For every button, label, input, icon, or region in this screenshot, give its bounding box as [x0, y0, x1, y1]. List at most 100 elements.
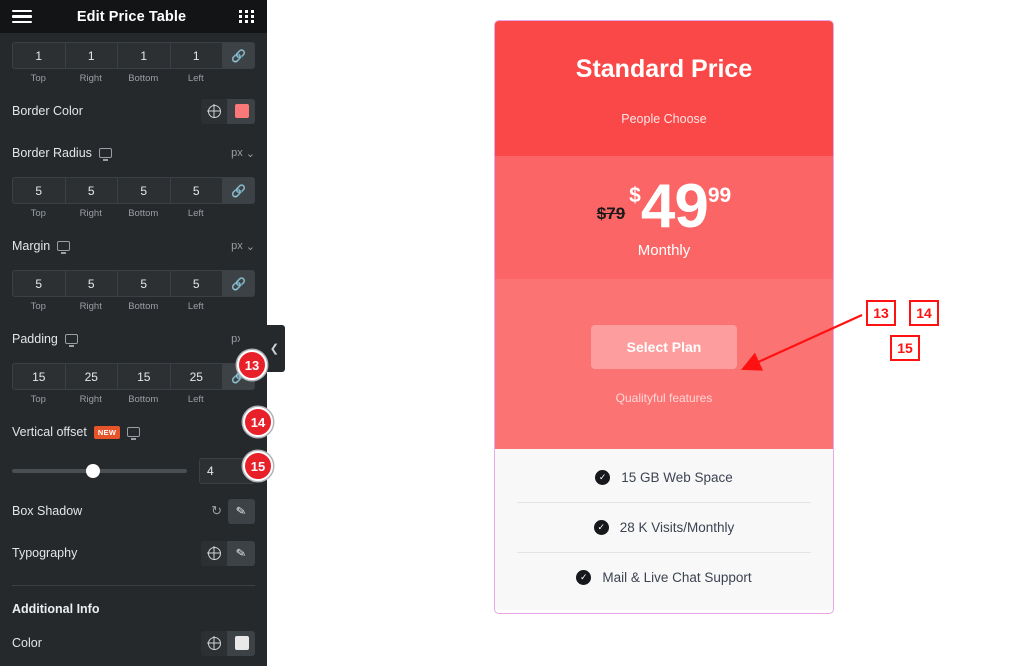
- desktop-icon[interactable]: [127, 427, 141, 440]
- margin-label: Margin: [12, 239, 51, 253]
- link-icon[interactable]: 🔗: [222, 270, 255, 297]
- border-radius-right: Right: [64, 177, 117, 219]
- typography-controls: ✎: [201, 540, 255, 566]
- list-item: ✓ 28 K Visits/Monthly: [517, 503, 811, 554]
- border-radius-left-input[interactable]: [169, 177, 222, 204]
- margin-left-input[interactable]: [169, 270, 222, 297]
- border-radius-right-label: Right: [79, 208, 102, 219]
- feature-label: Mail & Live Chat Support: [602, 570, 752, 586]
- margin-bottom-input[interactable]: [117, 270, 170, 297]
- new-badge: NEW: [93, 425, 121, 439]
- vertical-offset-label: Vertical offset: [12, 425, 87, 439]
- desktop-icon[interactable]: [57, 241, 71, 254]
- additional-color-controls: [201, 630, 255, 656]
- globe-icon[interactable]: [201, 630, 228, 656]
- editor-sidebar: Edit Price Table Top Right Bottom: [0, 0, 267, 666]
- padding-top: Top: [12, 363, 65, 405]
- border-radius-top-label: Top: [30, 208, 46, 219]
- border-radius-top: Top: [12, 177, 65, 219]
- margin-right: Right: [64, 270, 117, 312]
- grid-apps-icon[interactable]: [239, 10, 255, 23]
- padding-right: Right: [64, 363, 117, 405]
- border-radius-label-group: Border Radius: [12, 146, 112, 161]
- margin-row: Margin px ⌄: [12, 231, 255, 261]
- check-circle-icon: ✓: [593, 520, 609, 536]
- padding-bottom-input[interactable]: [117, 363, 170, 390]
- border-radius-top-input[interactable]: [12, 177, 65, 204]
- border-color-controls: [201, 98, 255, 124]
- check-circle-icon: ✓: [576, 570, 592, 586]
- globe-icon[interactable]: [201, 540, 228, 566]
- vertical-offset-row: Vertical offset NEW: [12, 417, 255, 447]
- section-divider: [12, 585, 255, 586]
- price-period: Monthly: [637, 242, 691, 260]
- padding-control: Top Right Bottom Left 🔗: [12, 363, 255, 405]
- vertical-offset-label-group: Vertical offset NEW: [12, 425, 141, 440]
- margin-bottom: Bottom: [117, 270, 170, 312]
- padding-row: Padding px ⌄: [12, 324, 255, 354]
- margin-bottom-label: Bottom: [128, 301, 159, 312]
- additional-color-label: Color: [12, 636, 42, 650]
- original-price: $79: [596, 203, 626, 223]
- padding-left-label: Left: [187, 394, 204, 405]
- price-card-features: ✓ 15 GB Web Space ✓ 28 K Visits/Monthly …: [495, 449, 833, 611]
- slider-knob[interactable]: [85, 464, 100, 478]
- globe-icon[interactable]: [201, 98, 228, 124]
- chevron-left-icon: ❮: [269, 343, 279, 355]
- border-radius-left-label: Left: [187, 208, 204, 219]
- typography-edit-button[interactable]: ✎: [228, 540, 255, 566]
- margin-top-input[interactable]: [12, 270, 65, 297]
- border-width-top-input[interactable]: [12, 42, 65, 69]
- additional-color-row: Color: [12, 628, 255, 658]
- margin-top: Top: [12, 270, 65, 312]
- border-radius-unit-select[interactable]: px ⌄: [231, 147, 255, 160]
- padding-bottom: Bottom: [117, 363, 170, 405]
- padding-right-input[interactable]: [64, 363, 117, 390]
- margin-top-label: Top: [30, 301, 46, 312]
- padding-label: Padding: [12, 332, 58, 346]
- app-root: Edit Price Table Top Right Bottom: [0, 0, 1024, 666]
- padding-left: Left: [169, 363, 222, 405]
- link-icon[interactable]: 🔗: [222, 177, 255, 204]
- box-shadow-row: Box Shadow ↻ ✎: [12, 496, 255, 526]
- border-width-left: Left: [169, 42, 222, 84]
- callout-box-13: 13: [866, 300, 896, 326]
- border-radius-label: Border Radius: [12, 146, 92, 160]
- box-shadow-edit-button[interactable]: ✎: [228, 498, 255, 524]
- margin-right-label: Right: [79, 301, 102, 312]
- feature-label: 15 GB Web Space: [621, 470, 733, 486]
- margin-control: Top Right Bottom Left 🔗: [12, 270, 255, 312]
- price-card-pricing: $79 $ 49 99 Monthly: [495, 156, 833, 280]
- price-line: $79 $ 49 99: [495, 172, 833, 241]
- select-plan-button[interactable]: Select Plan: [590, 325, 738, 370]
- reset-icon[interactable]: ↻: [211, 503, 222, 519]
- border-radius-left: Left: [169, 177, 222, 219]
- additional-color-swatch[interactable]: [228, 630, 255, 656]
- desktop-icon[interactable]: [64, 334, 78, 347]
- price-amount: 49: [640, 172, 709, 241]
- price-card-subtitle: People Choose: [621, 112, 707, 126]
- border-width-right-input[interactable]: [64, 42, 117, 69]
- border-radius-bottom-input[interactable]: [117, 177, 170, 204]
- list-item: ✓ 15 GB Web Space: [517, 453, 811, 504]
- border-radius-row: Border Radius px ⌄: [12, 138, 255, 168]
- step-marker-14: 14: [243, 407, 273, 437]
- border-radius-right-input[interactable]: [64, 177, 117, 204]
- list-item: ✓ Mail & Live Chat Support: [517, 553, 811, 602]
- border-width-left-input[interactable]: [169, 42, 222, 69]
- padding-top-label: Top: [30, 394, 46, 405]
- link-icon[interactable]: 🔗: [222, 42, 255, 69]
- padding-top-input[interactable]: [12, 363, 65, 390]
- border-width-bottom-input[interactable]: [117, 42, 170, 69]
- margin-right-input[interactable]: [64, 270, 117, 297]
- price-card-header: Standard Price People Choose: [495, 21, 833, 156]
- vertical-offset-slider[interactable]: [12, 464, 187, 478]
- border-color-label: Border Color: [12, 104, 83, 118]
- border-color-swatch[interactable]: [228, 98, 255, 124]
- margin-unit-select[interactable]: px ⌄: [231, 240, 255, 253]
- desktop-icon[interactable]: [98, 148, 112, 161]
- price-card-title: Standard Price: [575, 55, 753, 83]
- padding-bottom-label: Bottom: [128, 394, 159, 405]
- padding-left-input[interactable]: [169, 363, 222, 390]
- padding-right-label: Right: [79, 394, 102, 405]
